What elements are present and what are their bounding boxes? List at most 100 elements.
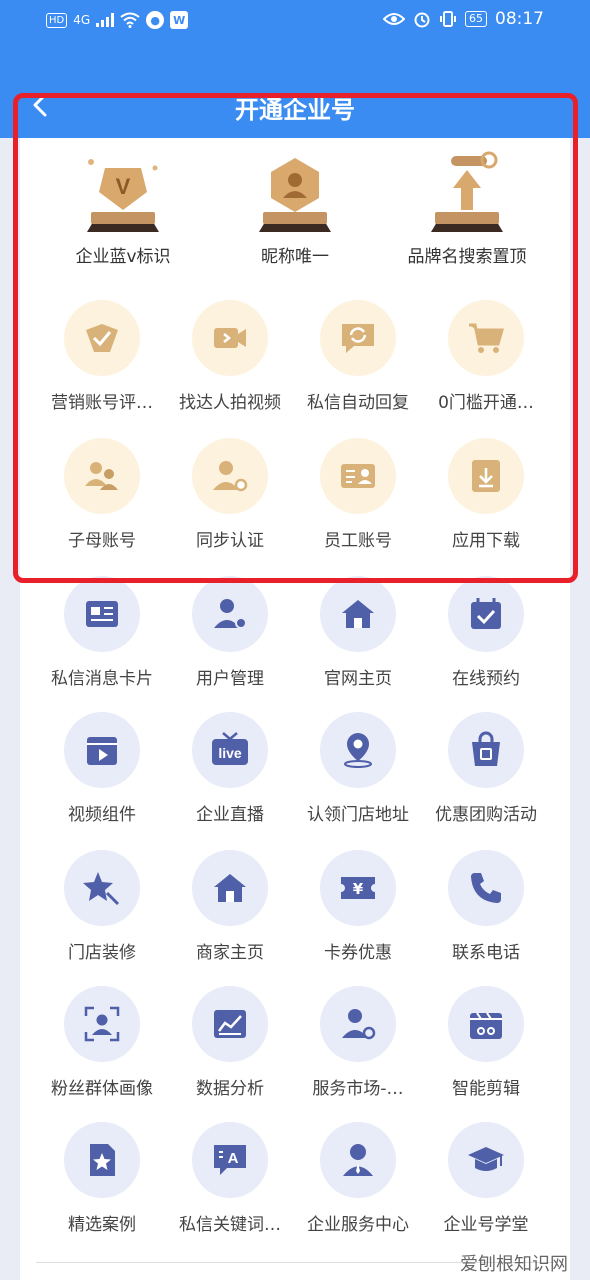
grid-item-featured-cases[interactable]: 精选案例 — [38, 1122, 166, 1246]
video-clapper-icon — [87, 737, 117, 765]
home-icon — [342, 600, 374, 628]
grid-item-sub-accounts[interactable]: 子母账号 — [38, 438, 166, 562]
battery-icon: 65 — [465, 11, 487, 27]
cart-icon — [469, 323, 504, 353]
auto-reply-icon — [342, 324, 374, 353]
grid-item-coupons[interactable]: ¥ 卡券优惠 — [294, 850, 422, 974]
status-bar: HD 4G ● W 65 08:17 — [0, 0, 590, 44]
grid-item-contact-phone[interactable]: 联系电话 — [422, 850, 550, 974]
right-gutter — [570, 138, 590, 1280]
grid-item-label: 0门槛开通… — [438, 393, 534, 413]
grid-item-label: 智能剪辑 — [452, 1079, 520, 1099]
grid-item-employee-account[interactable]: 员工账号 — [294, 438, 422, 562]
keyword-reply-icon: A — [214, 1145, 246, 1175]
grid-item-keyword-reply[interactable]: A 私信关键词… — [166, 1122, 294, 1246]
grid-item-label: 应用下载 — [452, 531, 520, 551]
live-tv-icon: live — [212, 732, 248, 765]
download-icon — [472, 460, 500, 492]
grid-item-fan-portrait[interactable]: 粉丝群体画像 — [38, 986, 166, 1110]
premium-item-unique-nickname[interactable]: 昵称唯一 — [210, 148, 380, 268]
eye-icon — [383, 13, 405, 25]
grid-item-user-manage[interactable]: 用户管理 — [166, 576, 294, 700]
coupon-icon: ¥ — [341, 877, 375, 899]
wifi-icon — [120, 12, 140, 28]
grid-item-label: 认领门店地址 — [307, 805, 409, 825]
network-label: 4G — [73, 13, 91, 27]
grid-item-find-creator[interactable]: 找达人拍视频 — [166, 300, 294, 424]
calendar-check-icon — [471, 598, 501, 629]
premium-item-brand-search[interactable]: 品牌名搜索置顶 — [382, 148, 552, 268]
grid-item-enterprise-live[interactable]: live 企业直播 — [166, 712, 294, 836]
grid-item-label: 服务市场-… — [312, 1079, 404, 1099]
v-badge-trophy-icon: V — [87, 159, 159, 232]
store-home-icon — [214, 874, 246, 902]
premium-label: 品牌名搜索置顶 — [407, 247, 527, 267]
case-star-icon — [90, 1144, 115, 1176]
premium-label: 昵称唯一 — [261, 247, 329, 267]
video-camera-icon — [214, 328, 246, 348]
grid-item-smart-edit[interactable]: 智能剪辑 — [422, 986, 550, 1110]
grid-item-label: 精选案例 — [68, 1215, 136, 1235]
grid-item-label: 同步认证 — [196, 531, 264, 551]
message-card-icon — [86, 601, 118, 627]
data-chart-icon — [214, 1010, 246, 1038]
grid-item-marketing-account[interactable]: 营销账号评… — [38, 300, 166, 424]
grid-item-label: 用户管理 — [196, 669, 264, 689]
grid-item-data-analysis[interactable]: 数据分析 — [166, 986, 294, 1110]
grid-item-message-card[interactable]: 私信消息卡片 — [38, 576, 166, 700]
watermark: 爱刨根知识网 — [460, 1254, 568, 1275]
svg-text:live: live — [218, 745, 242, 761]
page-header: 开通企业号 — [0, 82, 590, 138]
grid-item-label: 企业服务中心 — [307, 1215, 409, 1235]
fan-portrait-icon — [84, 1006, 120, 1042]
grid-item-auto-reply[interactable]: 私信自动回复 — [294, 300, 422, 424]
grid-item-zero-threshold[interactable]: 0门槛开通… — [422, 300, 550, 424]
location-pin-icon — [344, 733, 372, 768]
grid-item-academy[interactable]: 企业号学堂 — [422, 1122, 550, 1246]
user-badge-trophy-icon — [259, 158, 331, 232]
user-manage-icon — [214, 599, 247, 629]
grid-item-label: 私信消息卡片 — [51, 669, 153, 689]
linked-accounts-icon — [85, 462, 118, 490]
grid-item-label: 私信自动回复 — [307, 393, 409, 413]
clock: 08:17 — [495, 9, 544, 29]
grid-item-video-component[interactable]: 视频组件 — [38, 712, 166, 836]
grid-item-label: 找达人拍视频 — [179, 393, 281, 413]
grid-item-group-deals[interactable]: 优惠团购活动 — [422, 712, 550, 836]
smart-edit-icon — [470, 1012, 502, 1039]
left-gutter — [0, 138, 20, 1280]
wps-icon: W — [170, 11, 189, 29]
grid-item-label: 数据分析 — [196, 1079, 264, 1099]
grid-item-official-site[interactable]: 官网主页 — [294, 576, 422, 700]
grid-item-merchant-home[interactable]: 商家主页 — [166, 850, 294, 974]
grid-item-service-market[interactable]: 服务市场-… — [294, 986, 422, 1110]
page-title: 开通企业号 — [235, 96, 355, 124]
svg-text:A: A — [228, 1150, 239, 1167]
grid-item-service-center[interactable]: 企业服务中心 — [294, 1122, 422, 1246]
sync-user-icon — [213, 461, 248, 492]
grid-item-label: 子母账号 — [68, 531, 136, 551]
svg-text:¥: ¥ — [353, 880, 364, 898]
premium-label: 企业蓝v标识 — [75, 247, 171, 267]
hd-badge: HD — [46, 12, 68, 28]
service-market-icon — [342, 1009, 376, 1040]
alarm-icon — [414, 12, 430, 28]
grid-item-label: 优惠团购活动 — [435, 805, 537, 825]
grid-item-store-decor[interactable]: 门店装修 — [38, 850, 166, 974]
grid-item-label: 粉丝群体画像 — [51, 1079, 153, 1099]
bulb-icon: ● — [146, 11, 165, 29]
search-top-trophy-icon — [431, 151, 503, 232]
phone-icon — [471, 873, 501, 903]
employee-card-icon — [341, 464, 375, 488]
svg-text:V: V — [116, 174, 131, 199]
grid-item-label: 企业号学堂 — [443, 1215, 529, 1235]
grid-item-sync-verify[interactable]: 同步认证 — [166, 438, 294, 562]
grid-item-label: 员工账号 — [324, 531, 392, 551]
grid-item-label: 在线预约 — [452, 669, 520, 689]
grid-item-app-download[interactable]: 应用下载 — [422, 438, 550, 562]
grid-item-online-booking[interactable]: 在线预约 — [422, 576, 550, 700]
grid-item-claim-store[interactable]: 认领门店地址 — [294, 712, 422, 836]
decor-star-icon — [83, 872, 120, 906]
premium-item-blue-v[interactable]: V 企业蓝v标识 — [38, 148, 208, 268]
grid-item-label: 商家主页 — [196, 943, 264, 963]
